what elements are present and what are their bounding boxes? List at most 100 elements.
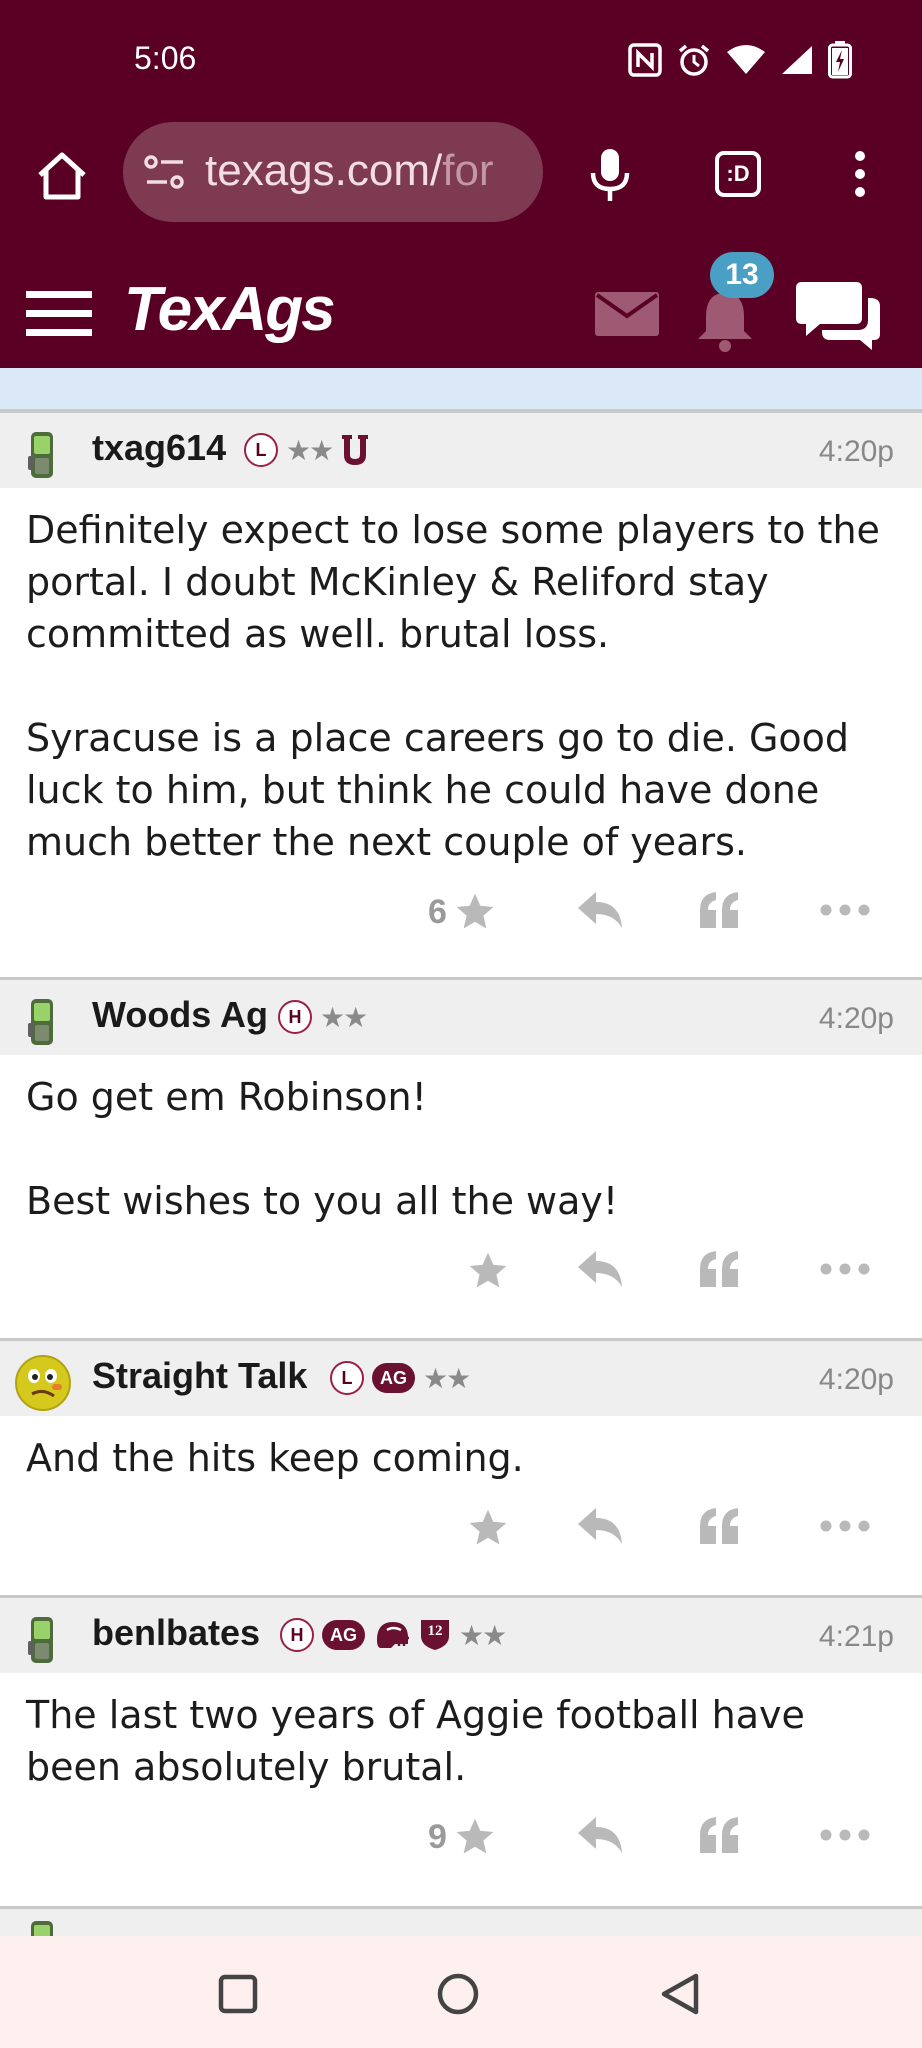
star-button[interactable]: [460, 1506, 510, 1550]
chat-bubbles-icon: [796, 282, 880, 350]
star-button[interactable]: 6: [428, 890, 497, 934]
post-header: Straight Talk L AG ★★ 4:20p: [0, 1338, 922, 1416]
home-icon: [38, 152, 86, 200]
recents-button[interactable]: [206, 1966, 270, 2022]
quote-icon: [700, 1251, 738, 1287]
flip-phone-avatar-icon[interactable]: [14, 426, 72, 484]
star-button[interactable]: 9: [428, 1815, 497, 1859]
forum-post: Straight Talk L AG ★★ 4:20p And the hits…: [0, 1338, 922, 1574]
post-header: txag614 L ★★ 4:20p: [0, 410, 922, 488]
reply-icon: [578, 1817, 622, 1853]
post-paragraph: Go get em Robinson!: [26, 1075, 427, 1119]
smiley-avatar-icon[interactable]: [14, 1354, 72, 1412]
star-icon: [456, 1818, 494, 1854]
star-icon: [469, 1252, 507, 1288]
username[interactable]: Straight Talk: [92, 1355, 307, 1397]
post-body: Definitely expect to lose some players t…: [0, 488, 922, 868]
next-post-header-partial: [0, 1906, 922, 1936]
more-vert-icon: [855, 151, 865, 197]
forum-post: txag614 L ★★ 4:20p Definitely expect to …: [0, 410, 922, 958]
nfc-icon: [628, 43, 662, 77]
post-actions: [0, 1227, 922, 1317]
status-bar: 5:06: [0, 0, 922, 118]
badge-l: L: [330, 1361, 364, 1395]
post-time: 4:20p: [818, 1363, 894, 1396]
more-options-button[interactable]: [820, 1815, 870, 1855]
post-body: The last two years of Aggie football hav…: [0, 1673, 922, 1793]
reply-button[interactable]: [576, 890, 624, 930]
texags-logo[interactable]: TexAgs: [124, 274, 336, 345]
reply-icon: [578, 892, 622, 928]
more-horiz-icon: [820, 904, 870, 916]
badge-ag: AG: [372, 1363, 415, 1393]
quote-button[interactable]: [698, 1506, 742, 1546]
back-button[interactable]: [648, 1964, 712, 2024]
battery-charging-icon: [828, 41, 852, 79]
star-button[interactable]: [460, 1249, 510, 1293]
post-paragraph: Best wishes to you all the way!: [26, 1179, 619, 1223]
more-options-button[interactable]: [820, 1506, 870, 1546]
more-options-button[interactable]: [820, 890, 870, 930]
post-body: Go get em Robinson! Best wishes to you a…: [0, 1055, 922, 1227]
status-icons: [628, 40, 852, 80]
username[interactable]: Woods Ag: [92, 994, 268, 1036]
quote-icon: [700, 892, 738, 928]
football-helmet-icon: [377, 1622, 409, 1648]
circle-icon: [437, 1973, 479, 2015]
forum-post: Woods Ag H ★★ 4:20p Go get em Robinson! …: [0, 977, 922, 1317]
quote-button[interactable]: [698, 1815, 742, 1855]
quote-button[interactable]: [698, 890, 742, 930]
post-paragraph: And the hits keep coming.: [26, 1436, 524, 1480]
wifi-icon: [727, 45, 765, 74]
home-nav-button[interactable]: [426, 1964, 490, 2024]
microphone-icon: [590, 149, 630, 201]
flip-phone-avatar-icon[interactable]: [14, 1611, 72, 1669]
post-header: benlbates H AG 12 ★★ 4:21p: [0, 1595, 922, 1673]
browser-toolbar: texags.com/for :D: [0, 118, 922, 268]
post-actions: 9: [0, 1793, 922, 1883]
post-body: And the hits keep coming.: [0, 1416, 922, 1484]
reply-button[interactable]: [576, 1506, 624, 1546]
stars-badge: ★★: [286, 433, 334, 467]
post-actions: [0, 1484, 922, 1574]
quote-button[interactable]: [698, 1249, 742, 1289]
user-badges: H ★★: [278, 1000, 368, 1034]
star-icon: [469, 1509, 507, 1545]
bell-icon: [698, 293, 752, 352]
browser-menu-button[interactable]: [838, 142, 882, 206]
username[interactable]: benlbates: [92, 1612, 260, 1654]
flip-phone-avatar-icon[interactable]: [14, 993, 72, 1051]
voice-search-button[interactable]: [580, 140, 640, 210]
badge-ag: AG: [322, 1620, 365, 1650]
square-icon: [218, 1974, 258, 2014]
post-actions: 6: [0, 868, 922, 958]
reply-button[interactable]: [576, 1815, 624, 1855]
post-paragraph: Syracuse is a place careers go to die. G…: [26, 716, 850, 864]
post-time: 4:20p: [818, 435, 894, 468]
home-button[interactable]: [30, 144, 94, 208]
flip-phone-avatar-icon: [31, 1921, 53, 1936]
status-time: 5:06: [134, 40, 197, 76]
stars-badge: ★★: [423, 1361, 471, 1395]
reply-button[interactable]: [576, 1249, 624, 1289]
stars-badge: ★★: [459, 1618, 507, 1652]
chat-button[interactable]: [796, 276, 882, 356]
badge-l: L: [244, 433, 278, 467]
site-menu-button[interactable]: [24, 278, 94, 348]
aggie-u-icon: [342, 435, 369, 465]
url-path: for: [442, 146, 494, 195]
username[interactable]: txag614: [92, 427, 226, 469]
more-horiz-icon: [820, 1829, 870, 1841]
user-badges: L ★★: [244, 433, 370, 467]
more-options-button[interactable]: [820, 1249, 870, 1289]
site-settings-icon[interactable]: [143, 152, 187, 192]
signal-icon: [782, 46, 812, 74]
url-host: texags.com/: [205, 146, 443, 195]
previous-post-footer: [0, 368, 922, 412]
twelfth-man-label: 12: [427, 1623, 443, 1639]
address-bar[interactable]: texags.com/for: [123, 122, 543, 222]
back-triangle-icon: [661, 1973, 699, 2015]
tab-switcher-button[interactable]: :D: [706, 142, 770, 206]
messages-button[interactable]: [594, 286, 660, 342]
star-count: 9: [428, 1817, 447, 1856]
